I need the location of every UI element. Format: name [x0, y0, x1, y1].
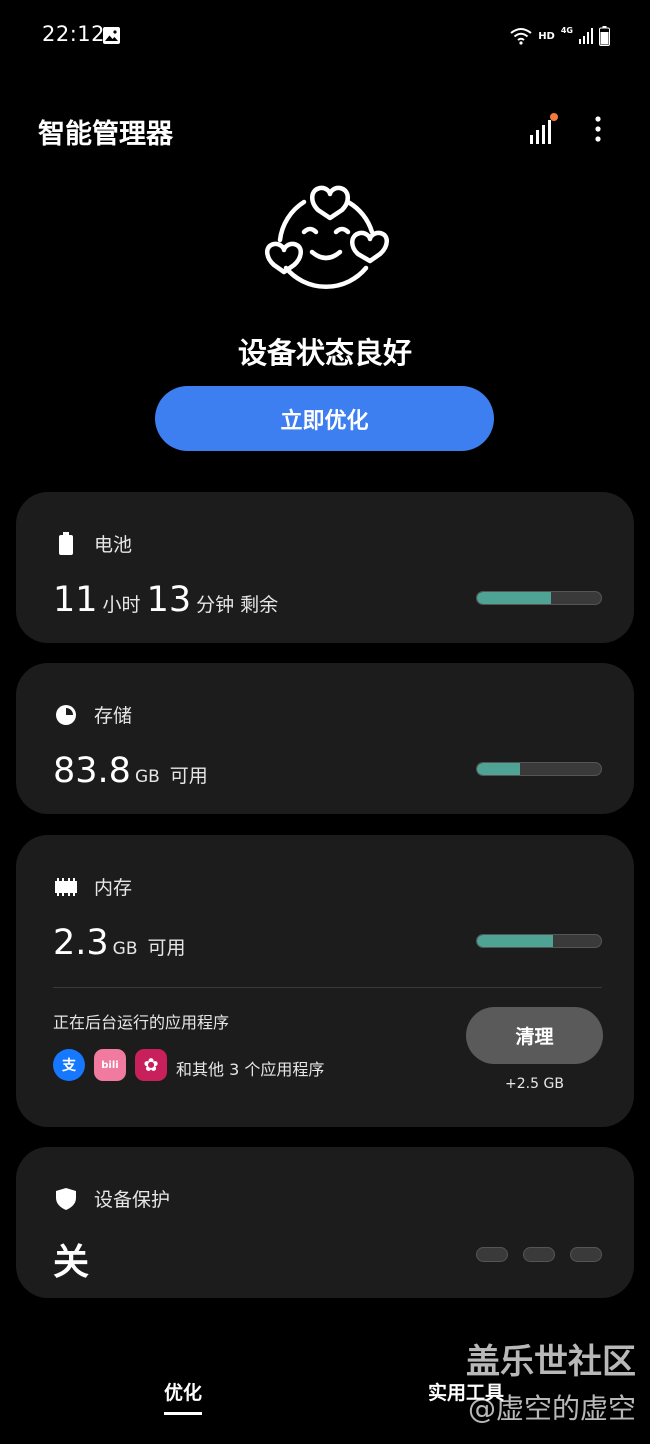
more-options-icon[interactable]: [586, 112, 610, 146]
hd-indicator: HD: [538, 30, 555, 42]
protection-title: 设备保护: [94, 1189, 171, 1211]
active-tab-indicator: [164, 1412, 202, 1415]
happy-face-icon: [265, 185, 389, 290]
memory-available: 2.3 GB 可用: [53, 923, 186, 963]
freed-memory-label: +2.5 GB: [505, 1076, 564, 1092]
bilibili-glyph: bili: [101, 1059, 119, 1071]
storage-suffix: 可用: [169, 765, 208, 787]
other-apps-label: 和其他 3 个应用程序: [176, 1060, 325, 1079]
battery-status-icon: [599, 26, 610, 46]
storage-value: 83.8: [53, 751, 131, 791]
storage-header: 存储: [54, 701, 132, 728]
4g-indicator: 4G: [560, 25, 573, 35]
memory-progress-fill: [477, 935, 553, 947]
device-protection-card[interactable]: 设备保护 关: [16, 1147, 634, 1298]
battery-title: 电池: [94, 534, 133, 556]
protection-indicator-2: [523, 1247, 555, 1262]
battery-remaining: 11 小时 13 分钟 剩余: [53, 580, 278, 620]
flower-glyph: ✿: [143, 1054, 159, 1076]
wifi-icon: [510, 28, 532, 45]
battery-card[interactable]: 电池 11 小时 13 分钟 剩余: [16, 492, 634, 643]
battery-minutes: 13: [146, 580, 192, 620]
battery-suffix: 剩余: [240, 594, 279, 616]
memory-value: 2.3: [53, 923, 109, 963]
memory-divider: [53, 987, 602, 988]
report-chart-icon[interactable]: [526, 112, 560, 146]
memory-header: 内存: [54, 873, 132, 900]
background-apps-label: 正在后台运行的应用程序: [53, 1013, 230, 1032]
device-status-title: 设备状态良好: [237, 336, 412, 370]
storage-card[interactable]: 存储 83.8 GB 可用: [16, 663, 634, 814]
storage-title: 存储: [94, 705, 133, 727]
storage-unit: GB: [134, 767, 160, 787]
tab-optimize[interactable]: 优化: [164, 1378, 202, 1405]
battery-hours: 11: [53, 580, 98, 620]
clean-button[interactable]: 清理: [466, 1007, 603, 1064]
gallery-notification-icon: [103, 27, 120, 44]
storage-progress-bar: [476, 762, 602, 776]
status-bar: 22:12 HD 4G: [0, 0, 650, 72]
shield-icon: [54, 1187, 78, 1211]
signal-icon: [579, 28, 593, 44]
battery-progress-fill: [477, 592, 552, 604]
battery-hours-unit: 小时: [102, 594, 141, 616]
flower-app-icon: ✿: [135, 1049, 167, 1081]
storage-progress-fill: [477, 763, 521, 775]
status-icons: HD 4G: [510, 24, 610, 48]
watermark-author: @虚空的虚空: [467, 1392, 636, 1425]
bilibili-icon: bili: [94, 1049, 126, 1081]
memory-title: 内存: [94, 877, 133, 899]
battery-icon: [54, 531, 78, 556]
battery-minutes-unit: 分钟: [196, 594, 235, 616]
battery-header: 电池: [54, 530, 132, 557]
protection-status: 关: [53, 1242, 90, 1283]
protection-indicator-3: [570, 1247, 602, 1262]
storage-available: 83.8 GB 可用: [53, 751, 208, 791]
pie-chart-icon: [54, 703, 78, 727]
memory-suffix: 可用: [147, 937, 186, 959]
memory-chip-icon: [54, 875, 78, 899]
alipay-glyph: 支: [62, 1058, 76, 1074]
memory-unit: GB: [112, 939, 138, 959]
status-time: 22:12: [42, 22, 106, 46]
watermark-title: 盖乐世社区: [466, 1342, 636, 1382]
memory-progress-bar: [476, 934, 602, 948]
protection-header: 设备保护: [54, 1185, 170, 1212]
optimize-now-button[interactable]: 立即优化: [155, 386, 494, 451]
protection-indicator-1: [476, 1247, 508, 1262]
battery-progress-bar: [476, 591, 602, 605]
page-title: 智能管理器: [38, 119, 173, 150]
memory-card[interactable]: 内存 2.3 GB 可用 正在后台运行的应用程序 支 bili ✿ 和其他 3 …: [16, 835, 634, 1127]
alipay-icon: 支: [53, 1049, 85, 1081]
